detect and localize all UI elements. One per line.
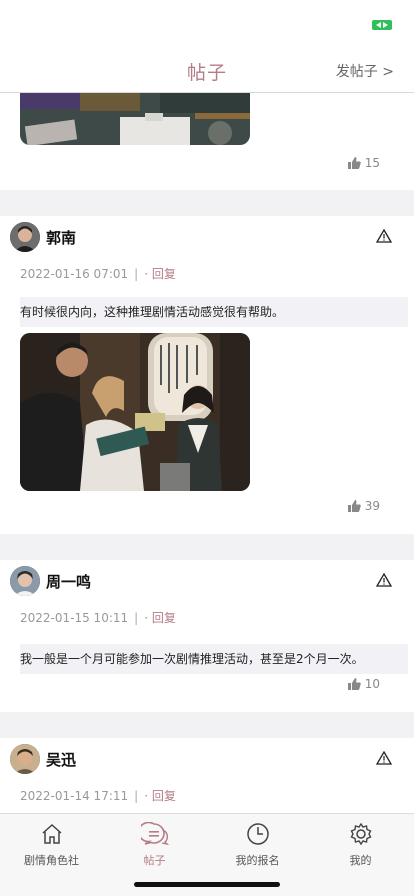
avatar[interactable] (10, 222, 40, 252)
thumb-up-icon (347, 157, 361, 169)
divider (0, 190, 414, 216)
chat-icon (140, 822, 169, 846)
divider (0, 534, 414, 560)
post-meta: 2022-01-15 10:11 | · 回复 (20, 611, 176, 625)
post-feed[interactable]: 15 郭南 2022-01-16 07:01 | · 回复 有时候很内向，这种推… (0, 93, 414, 813)
post-card: 郭南 2022-01-16 07:01 | · 回复 有时候很内向，这种推理剧情活动… (0, 216, 414, 534)
tab-my-registrations[interactable]: 我的报名 (206, 822, 309, 868)
thumb-up-icon (347, 678, 361, 690)
reply-button[interactable]: · 回复 (144, 789, 176, 803)
author-name[interactable]: 周一鸣 (46, 571, 91, 592)
tab-bar: 剧情角色社 帖子 我的报名 我的 (0, 813, 414, 896)
avatar[interactable] (10, 744, 40, 774)
report-icon[interactable] (376, 229, 392, 243)
post-meta: 2022-01-14 17:11 | · 回复 (20, 789, 176, 803)
post-date: 2022-01-14 17:11 (20, 789, 129, 803)
post-image[interactable] (20, 333, 250, 491)
post-card: 吴迅 2022-01-14 17:11 | · 回复 (0, 738, 414, 813)
post-text: 有时候很内向，这种推理剧情活动感觉很有帮助。 (20, 297, 408, 327)
new-post-button[interactable]: 发帖子 > (336, 61, 394, 81)
author-name[interactable]: 吴迅 (46, 749, 76, 770)
report-icon[interactable] (376, 573, 392, 587)
post-card: 15 (0, 93, 414, 190)
like-count[interactable]: 10 (347, 677, 380, 691)
post-text: 我一般是一个月可能参加一次剧情推理活动，甚至是2个月一次。 (20, 644, 408, 674)
avatar[interactable] (10, 566, 40, 596)
status-bar (0, 0, 414, 48)
like-count[interactable]: 39 (347, 499, 380, 513)
post-card: 周一鸣 2022-01-15 10:11 | · 回复 我一般是一个月可能参加一次剧… (0, 560, 414, 712)
post-date: 2022-01-15 10:11 (20, 611, 129, 625)
clock-icon (246, 823, 269, 845)
divider (0, 712, 414, 738)
tab-posts[interactable]: 帖子 (103, 822, 206, 868)
author-name[interactable]: 郭南 (46, 227, 76, 248)
tab-profile[interactable]: 我的 (309, 822, 412, 868)
home-icon (42, 823, 61, 844)
reply-button[interactable]: · 回复 (144, 611, 176, 625)
battery-icon (372, 20, 392, 30)
like-count[interactable]: 15 (347, 156, 380, 170)
post-date: 2022-01-16 07:01 (20, 267, 129, 281)
post-image[interactable] (20, 93, 250, 145)
post-meta: 2022-01-16 07:01 | · 回复 (20, 267, 176, 281)
tab-home[interactable]: 剧情角色社 (0, 822, 103, 868)
nav-bar: 帖子 发帖子 > (0, 48, 414, 93)
thumb-up-icon (347, 500, 361, 512)
home-indicator[interactable] (134, 882, 280, 887)
gear-icon (350, 822, 371, 846)
reply-button[interactable]: · 回复 (144, 267, 176, 281)
report-icon[interactable] (376, 751, 392, 765)
